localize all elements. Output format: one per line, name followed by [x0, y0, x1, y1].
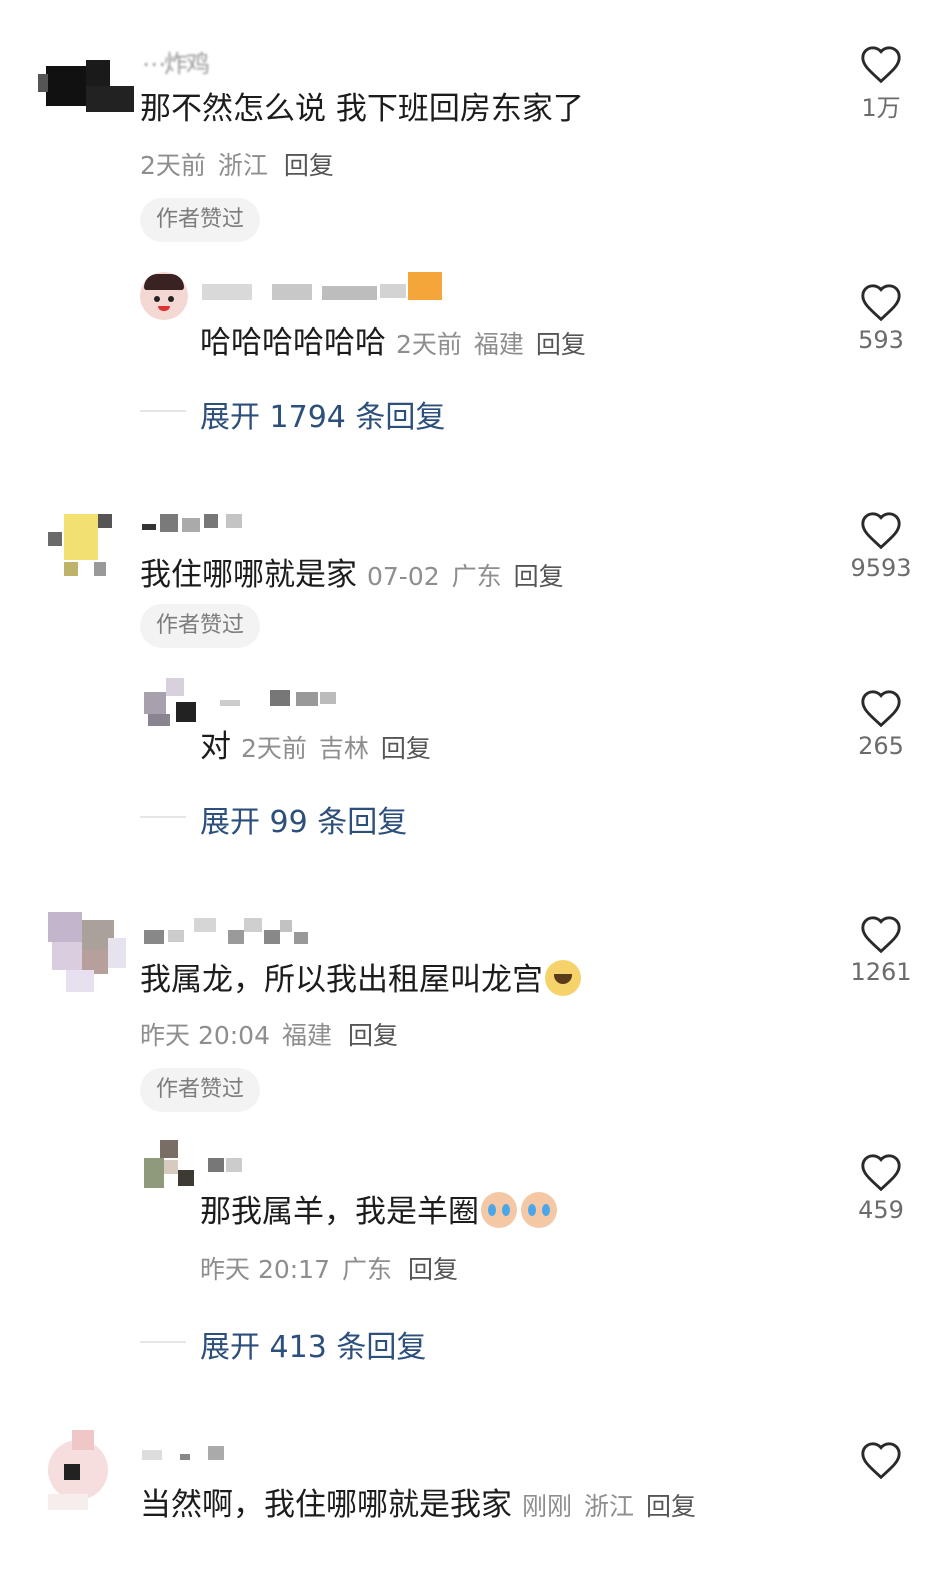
avatar[interactable] — [48, 500, 114, 580]
heart-icon — [861, 916, 901, 954]
heart-icon — [861, 1442, 901, 1480]
heart-icon — [861, 690, 901, 728]
reply-button[interactable]: 回复 — [348, 1021, 398, 1050]
expand-replies-button[interactable]: 展开 413 条回复 — [200, 1322, 426, 1366]
comment-text: 那不然怎么说 我下班回房东家了 — [140, 91, 584, 127]
author-liked-badge: 作者赞过 — [140, 198, 261, 242]
comment-time: 2天前 — [140, 151, 206, 180]
heart-icon — [861, 284, 901, 322]
username-blurred[interactable] — [202, 272, 452, 302]
author-liked-badge: 作者赞过 — [140, 604, 261, 648]
divider — [140, 816, 186, 818]
like-count: 459 — [858, 1196, 904, 1224]
divider — [140, 410, 186, 412]
avatar[interactable] — [48, 912, 128, 996]
reply-button[interactable]: 回复 — [536, 330, 586, 359]
like-button[interactable]: 459 — [841, 1152, 921, 1224]
reply-button[interactable]: 回复 — [408, 1255, 458, 1284]
like-count: 9593 — [850, 554, 912, 582]
heart-icon — [861, 512, 901, 550]
comment-meta: 07-02 广东 回复 — [367, 562, 564, 591]
avatar[interactable] — [144, 1140, 196, 1190]
like-count: 265 — [858, 732, 904, 760]
reply-button[interactable]: 回复 — [381, 734, 431, 763]
like-button[interactable]: 265 — [841, 688, 921, 760]
like-button[interactable] — [841, 1440, 921, 1480]
expand-replies-button[interactable]: 展开 99 条回复 — [200, 797, 407, 841]
reply-text: 对 2天前 吉林 回复 — [200, 728, 443, 768]
heart-icon — [861, 46, 901, 84]
like-button[interactable]: 9593 — [841, 510, 921, 582]
crying-face-emoji — [481, 1192, 517, 1228]
dog-face-emoji — [545, 960, 581, 996]
username-blurred[interactable] — [142, 1444, 232, 1464]
comment-text: 当然啊，我住哪哪就是我家 刚刚 浙江 回复 — [140, 1486, 708, 1526]
comment-meta: 昨天 20:04 福建 回复 — [140, 1021, 399, 1050]
author-liked-badge: 作者赞过 — [140, 1068, 261, 1112]
like-button[interactable]: 1万 — [841, 44, 921, 123]
like-count: 1261 — [850, 958, 912, 986]
username-blurred[interactable] — [220, 690, 340, 710]
username-blurred[interactable] — [144, 918, 314, 944]
avatar[interactable] — [144, 678, 196, 730]
like-button[interactable]: 1261 — [841, 914, 921, 986]
comment-meta: 刚刚 浙江 回复 — [522, 1492, 697, 1521]
reply-button[interactable]: 回复 — [284, 151, 334, 180]
avatar[interactable] — [48, 1430, 118, 1512]
heart-icon — [861, 1154, 901, 1192]
comment-location: 浙江 — [217, 151, 268, 180]
reply-button[interactable]: 回复 — [646, 1492, 696, 1521]
reply-text: 那我属羊，我是羊圈 — [200, 1192, 557, 1231]
reply-meta: 昨天 20:17 广东 回复 — [200, 1255, 459, 1284]
divider — [140, 1341, 186, 1343]
avatar[interactable] — [140, 272, 188, 320]
crying-face-emoji — [521, 1192, 557, 1228]
comment-text: 我住哪哪就是家 07-02 广东 回复 — [140, 556, 576, 596]
like-count: 593 — [858, 326, 904, 354]
reply-meta: 2天前 福建 回复 — [396, 330, 586, 359]
reply-button[interactable]: 回复 — [514, 562, 564, 591]
avatar[interactable] — [38, 60, 134, 116]
expand-replies-button[interactable]: 展开 1794 条回复 — [200, 392, 445, 436]
username-blurred[interactable] — [208, 1156, 248, 1176]
like-button[interactable]: 593 — [841, 282, 921, 354]
comment-meta: 2天前 浙江 回复 — [140, 146, 346, 182]
reply-text: 哈哈哈哈哈哈 2天前 福建 回复 — [200, 324, 598, 364]
like-count: 1万 — [861, 94, 901, 122]
username-blurred[interactable] — [142, 514, 252, 534]
username-blurred[interactable]: ⋯炸鸡 — [142, 44, 282, 78]
comment-text: 我属龙，所以我出租屋叫龙宫 — [140, 960, 581, 999]
reply-meta: 2天前 吉林 回复 — [241, 734, 431, 763]
